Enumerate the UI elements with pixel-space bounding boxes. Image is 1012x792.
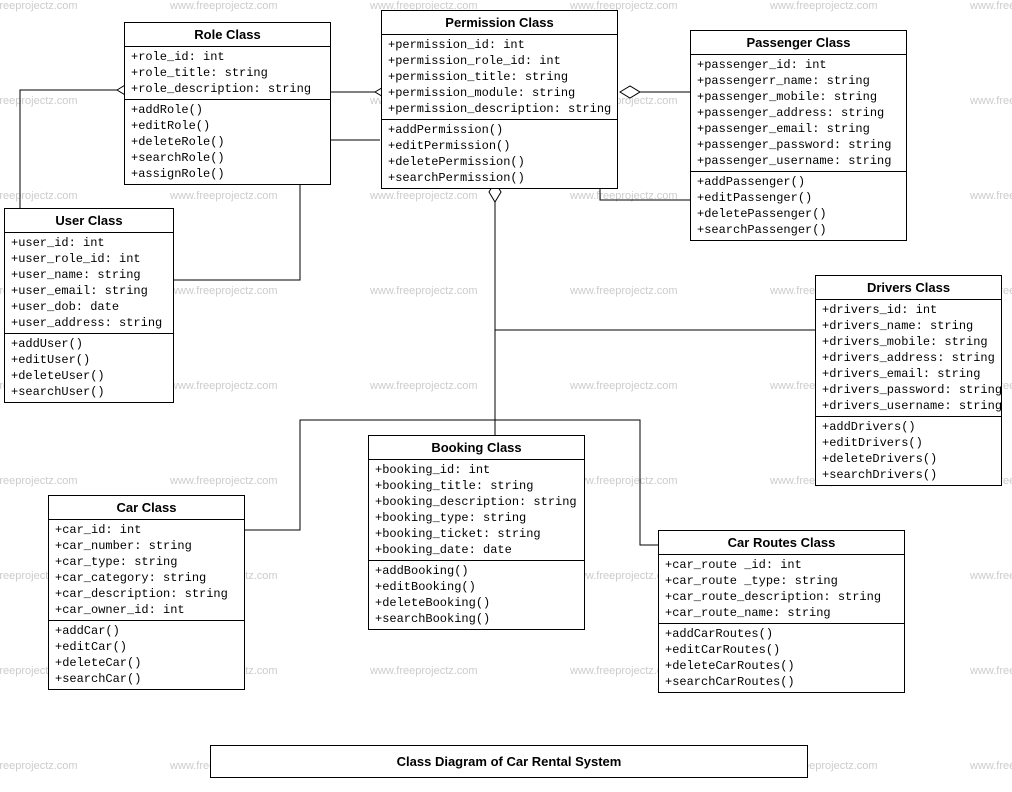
class-member: +car_route _id: int (665, 557, 898, 573)
class-member: +deletePassenger() (697, 206, 900, 222)
class-member: +permission_id: int (388, 37, 611, 53)
class-member: +deleteCarRoutes() (665, 658, 898, 674)
class-member: +editCar() (55, 639, 238, 655)
class-member: +car_route_name: string (665, 605, 898, 621)
class-member: +addCarRoutes() (665, 626, 898, 642)
class-member: +booking_ticket: string (375, 526, 578, 542)
class-member: +drivers_mobile: string (822, 334, 995, 350)
class-member: +passenger_password: string (697, 137, 900, 153)
carroutes-class: Car Routes Class +car_route _id: int+car… (658, 530, 905, 693)
class-title: Role Class (125, 23, 330, 47)
class-member: +role_description: string (131, 81, 324, 97)
class-member: +searchDrivers() (822, 467, 995, 483)
class-title: Passenger Class (691, 31, 906, 55)
class-member: +assignRole() (131, 166, 324, 182)
class-member: +permission_description: string (388, 101, 611, 117)
permission-class: Permission Class +permission_id: int+per… (381, 10, 618, 189)
class-member: +permission_role_id: int (388, 53, 611, 69)
class-member: +addRole() (131, 102, 324, 118)
role-class: Role Class +role_id: int+role_title: str… (124, 22, 331, 185)
class-member: +passengerr_name: string (697, 73, 900, 89)
class-member: +car_type: string (55, 554, 238, 570)
diagram-caption: Class Diagram of Car Rental System (210, 745, 808, 778)
class-member: +deletePermission() (388, 154, 611, 170)
class-member: +car_owner_id: int (55, 602, 238, 618)
booking-class: Booking Class +booking_id: int+booking_t… (368, 435, 585, 630)
class-member: +permission_module: string (388, 85, 611, 101)
class-member: +addUser() (11, 336, 167, 352)
class-member: +deleteCar() (55, 655, 238, 671)
drivers-class: Drivers Class +drivers_id: int+drivers_n… (815, 275, 1002, 486)
class-member: +passenger_address: string (697, 105, 900, 121)
class-title: Car Routes Class (659, 531, 904, 555)
class-title: Car Class (49, 496, 244, 520)
class-member: +deleteBooking() (375, 595, 578, 611)
class-member: +addPermission() (388, 122, 611, 138)
class-member: +drivers_email: string (822, 366, 995, 382)
user-class: User Class +user_id: int+user_role_id: i… (4, 208, 174, 403)
class-member: +user_email: string (11, 283, 167, 299)
class-member: +searchPassenger() (697, 222, 900, 238)
class-member: +user_id: int (11, 235, 167, 251)
class-member: +editDrivers() (822, 435, 995, 451)
class-member: +searchUser() (11, 384, 167, 400)
class-member: +passenger_email: string (697, 121, 900, 137)
class-member: +addPassenger() (697, 174, 900, 190)
class-member: +searchCarRoutes() (665, 674, 898, 690)
class-member: +deleteUser() (11, 368, 167, 384)
class-member: +searchBooking() (375, 611, 578, 627)
class-member: +drivers_name: string (822, 318, 995, 334)
class-member: +searchRole() (131, 150, 324, 166)
class-member: +searchPermission() (388, 170, 611, 186)
class-title: Permission Class (382, 11, 617, 35)
class-member: +booking_title: string (375, 478, 578, 494)
class-member: +editRole() (131, 118, 324, 134)
class-member: +editUser() (11, 352, 167, 368)
class-title: Drivers Class (816, 276, 1001, 300)
class-title: User Class (5, 209, 173, 233)
class-member: +car_number: string (55, 538, 238, 554)
class-member: +drivers_id: int (822, 302, 995, 318)
class-member: +booking_description: string (375, 494, 578, 510)
class-member: +role_id: int (131, 49, 324, 65)
class-member: +editBooking() (375, 579, 578, 595)
class-member: +addBooking() (375, 563, 578, 579)
class-member: +searchCar() (55, 671, 238, 687)
class-member: +role_title: string (131, 65, 324, 81)
class-member: +user_address: string (11, 315, 167, 331)
class-member: +editPermission() (388, 138, 611, 154)
class-member: +car_id: int (55, 522, 238, 538)
class-member: +passenger_id: int (697, 57, 900, 73)
class-member: +car_route_description: string (665, 589, 898, 605)
car-class: Car Class +car_id: int+car_number: strin… (48, 495, 245, 690)
class-member: +drivers_address: string (822, 350, 995, 366)
class-member: +car_route _type: string (665, 573, 898, 589)
class-member: +drivers_password: string (822, 382, 995, 398)
class-member: +booking_id: int (375, 462, 578, 478)
class-member: +deleteRole() (131, 134, 324, 150)
class-member: +booking_type: string (375, 510, 578, 526)
class-member: +user_role_id: int (11, 251, 167, 267)
class-member: +user_name: string (11, 267, 167, 283)
class-member: +drivers_username: string (822, 398, 995, 414)
class-member: +car_description: string (55, 586, 238, 602)
class-title: Booking Class (369, 436, 584, 460)
class-member: +addCar() (55, 623, 238, 639)
class-member: +user_dob: date (11, 299, 167, 315)
class-member: +editCarRoutes() (665, 642, 898, 658)
class-member: +editPassenger() (697, 190, 900, 206)
class-member: +car_category: string (55, 570, 238, 586)
class-member: +passenger_mobile: string (697, 89, 900, 105)
class-member: +permission_title: string (388, 69, 611, 85)
class-member: +addDrivers() (822, 419, 995, 435)
class-member: +booking_date: date (375, 542, 578, 558)
class-member: +passenger_username: string (697, 153, 900, 169)
class-member: +deleteDrivers() (822, 451, 995, 467)
passenger-class: Passenger Class +passenger_id: int+passe… (690, 30, 907, 241)
